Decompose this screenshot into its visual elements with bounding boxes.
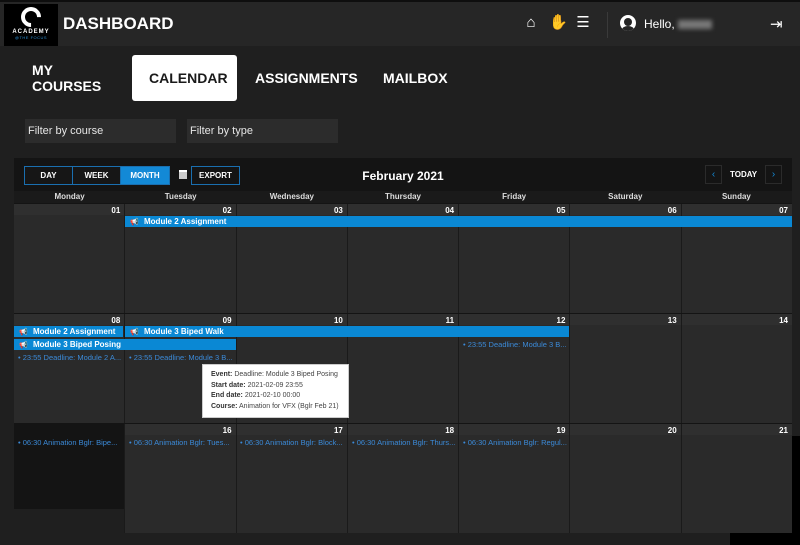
day-number: 08	[111, 316, 121, 325]
tab-mailbox[interactable]: MAILBOX	[365, 55, 465, 101]
day-number: 01	[111, 206, 121, 215]
event-tooltip: Event: Deadline: Module 3 Biped Posing S…	[202, 364, 349, 418]
tab-my-courses[interactable]: MY COURSES	[14, 55, 132, 101]
tooltip-course: Animation for VFX (Bglr Feb 21)	[239, 402, 339, 410]
event-bar-module-2-assignment[interactable]: 📢 Module 2 Assignment	[125, 216, 792, 227]
hand-holding-icon[interactable]: ✋	[549, 15, 568, 31]
day-number: 03	[333, 206, 343, 215]
day-cell[interactable]: 14	[680, 314, 792, 423]
event-item[interactable]: • 06:30 Animation Bglr: Regul...	[463, 438, 567, 447]
day-number: 02	[222, 206, 232, 215]
prev-month-button[interactable]: ‹	[705, 165, 722, 184]
day-cell[interactable]: 01	[14, 204, 125, 313]
filter-by-type[interactable]: Filter by type	[187, 119, 338, 143]
weekday-label: Tuesday	[164, 192, 197, 201]
day-number: 06	[667, 206, 677, 215]
logout-icon[interactable]: ⇥	[770, 15, 783, 33]
tooltip-event: Deadline: Module 3 Biped Posing	[234, 371, 338, 378]
event-bar-module-3-biped-walk[interactable]: 📢 Module 3 Biped Walk	[125, 326, 569, 337]
tooltip-start-label: Start date:	[211, 381, 246, 389]
month-title: February 2021	[362, 169, 444, 183]
logo-ring-icon	[16, 2, 46, 32]
event-bar-label: Module 2 Assignment	[144, 217, 227, 226]
day-cell[interactable]: 20	[569, 424, 681, 533]
tooltip-event-label: Event:	[211, 371, 233, 378]
day-number: 12	[556, 316, 566, 325]
week-row: 01 02 03 04 05 06 07 📢 Module 2 Assignmen…	[14, 203, 792, 313]
day-number: 21	[779, 426, 788, 435]
megaphone-icon: 📢	[19, 329, 28, 336]
day-number: 14	[779, 316, 788, 325]
weekday-label: Friday	[502, 192, 527, 201]
event-item[interactable]: • 06:30 Animation Bglr: Thurs...	[352, 438, 456, 447]
day-number: 16	[222, 426, 232, 435]
day-number: 10	[333, 316, 343, 325]
tooltip-start: 2021-02-09 23:55	[247, 381, 303, 389]
day-number: 17	[333, 426, 343, 435]
day-cell[interactable]: 21	[680, 424, 792, 533]
tooltip-end: 2021-02-10 00:00	[244, 392, 301, 399]
calendar: DAY WEEK MONTH EXPORT February 2021 ‹ TO…	[14, 158, 800, 545]
event-bar-label: Module 3 Biped Posing	[33, 340, 122, 349]
month-grid: 01 02 03 04 05 06 07 📢 Module 2 Assignmen…	[14, 203, 800, 545]
tab-assignments[interactable]: ASSIGNMENTS	[237, 55, 365, 101]
top-bar: ACADEMY @THE FOCUS DASHBOARD ⌂ ✋ ☰ Hello…	[0, 0, 800, 46]
week-row: 08 09 10 11 12 13 14 📢 Module 2 Assignmen…	[14, 313, 792, 423]
event-bar-label: Module 2 Assignment	[33, 327, 116, 336]
academy-logo[interactable]: ACADEMY @THE FOCUS	[4, 2, 58, 46]
week-row: 15 16 17 18 19 20 21 • 06:30 Animation B…	[14, 423, 800, 545]
megaphone-icon: 📢	[130, 329, 139, 336]
user-name-blurred	[677, 20, 712, 30]
day-number: 13	[667, 316, 677, 325]
list-icon[interactable]: ☰	[575, 15, 591, 31]
weekday-header: Monday Tuesday Wednesday Thursday Friday…	[14, 191, 792, 203]
day-number: 04	[445, 206, 455, 215]
megaphone-icon: 📢	[130, 219, 139, 226]
event-item[interactable]: • 06:30 Animation Bglr: Tues...	[129, 438, 233, 447]
day-number: 07	[779, 206, 788, 215]
filter-by-course[interactable]: Filter by course	[25, 119, 176, 143]
header-divider	[607, 12, 608, 38]
weekday-label: Saturday	[608, 192, 643, 201]
tooltip-course-label: Course:	[211, 402, 238, 410]
user-greeting: Hello,	[644, 17, 712, 31]
logo-sub: @THE FOCUS	[14, 35, 48, 40]
today-button[interactable]: TODAY	[730, 170, 757, 179]
weekday-label: Thursday	[384, 192, 421, 201]
event-item[interactable]: • 06:30 Animation Bglr: Block...	[240, 438, 344, 447]
page-title: DASHBOARD	[63, 14, 174, 33]
user-avatar-icon[interactable]	[620, 15, 636, 31]
main-tabs: MY COURSES CALENDAR ASSIGNMENTS MAILBOX	[14, 55, 465, 101]
event-bar-module-3-biped-posing[interactable]: 📢 Module 3 Biped Posing	[14, 339, 236, 350]
next-month-button[interactable]: ›	[765, 165, 782, 184]
event-item[interactable]: • 23:55 Deadline: Module 3 B...	[463, 340, 567, 349]
tooltip-end-label: End date:	[211, 392, 243, 399]
weekday-label: Monday	[54, 192, 85, 201]
event-bar-label: Module 3 Biped Walk	[144, 327, 224, 336]
day-number: 20	[667, 426, 677, 435]
megaphone-icon: 📢	[19, 342, 28, 349]
day-number: 09	[222, 316, 232, 325]
greeting-text: Hello,	[644, 17, 675, 31]
day-cell[interactable]: 13	[569, 314, 681, 423]
home-icon[interactable]: ⌂	[523, 15, 539, 31]
day-number: 19	[556, 426, 566, 435]
day-number: 05	[556, 206, 566, 215]
weekday-label: Wednesday	[269, 192, 314, 201]
day-number: 18	[445, 426, 455, 435]
event-item[interactable]: • 23:55 Deadline: Module 2 A...	[18, 353, 122, 362]
event-item[interactable]: • 23:55 Deadline: Module 3 B...	[129, 353, 233, 362]
day-number: 11	[445, 316, 455, 325]
event-item[interactable]: • 06:30 Animation Bglr: Bipe...	[18, 438, 122, 447]
weekday-label: Sunday	[721, 192, 751, 201]
event-bar-module-2-assignment[interactable]: 📢 Module 2 Assignment	[14, 326, 123, 337]
tab-calendar[interactable]: CALENDAR	[132, 55, 237, 101]
